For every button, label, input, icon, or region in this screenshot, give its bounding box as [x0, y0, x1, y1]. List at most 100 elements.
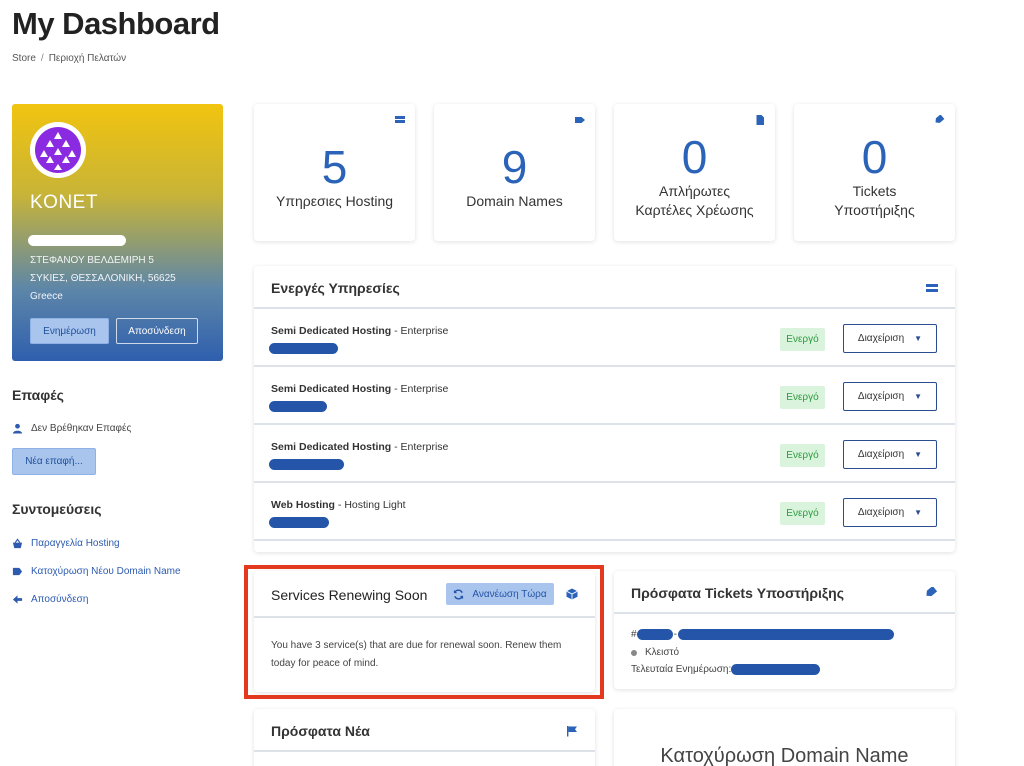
- stat-number: 0: [861, 131, 888, 183]
- manage-dropdown-button[interactable]: Διαχείριση ▼: [843, 382, 937, 411]
- service-row[interactable]: Web Hosting - Hosting Light Ενεργό Διαχε…: [254, 483, 955, 541]
- breadcrumb-store[interactable]: Store: [12, 53, 36, 64]
- redacted-domain: [269, 343, 338, 354]
- caret-down-icon: ▼: [914, 334, 923, 343]
- stat-label-line-2: Καρτέλες Χρέωσης: [635, 202, 754, 218]
- manage-dropdown-button[interactable]: Διαχείριση ▼: [843, 498, 937, 527]
- redacted-domain: [269, 517, 329, 528]
- panel-header: Ενεργές Υπηρεσίες: [254, 266, 955, 309]
- logout-button[interactable]: Αποσύνδεση: [116, 318, 198, 344]
- service-row[interactable]: Semi Dedicated Hosting - Enterprise Ενερ…: [254, 367, 955, 425]
- ticket-last-update: Τελευταία Ενημέρωση:: [631, 664, 821, 675]
- arrow-left-icon: [12, 594, 23, 605]
- breadcrumb-separator: /: [40, 53, 44, 64]
- stat-label: Απλήρωτες Καρτέλες Χρέωσης: [614, 182, 775, 220]
- shortcut-label[interactable]: Κατοχύρωση Νέου Domain Name: [31, 566, 181, 577]
- server-icon: [926, 282, 938, 294]
- manage-label: Διαχείριση: [857, 391, 905, 402]
- shortcut-register-domain[interactable]: Κατοχύρωση Νέου Domain Name: [12, 566, 181, 577]
- manage-dropdown-button[interactable]: Διαχείριση ▼: [843, 324, 937, 353]
- highlight-box: [244, 565, 604, 699]
- panel-title: Πρόσφατα Νέα: [271, 723, 370, 739]
- caret-down-icon: ▼: [914, 508, 923, 517]
- service-name: Semi Dedicated Hosting - Enterprise: [271, 441, 448, 453]
- ticket-item[interactable]: # -: [631, 629, 894, 640]
- ticket-hash: #: [631, 629, 637, 640]
- panel-title: Ενεργές Υπηρεσίες: [271, 280, 400, 296]
- manage-dropdown-button[interactable]: Διαχείριση ▼: [843, 440, 937, 469]
- contacts-heading: Επαφές: [12, 387, 64, 403]
- redacted-domain: [269, 459, 344, 470]
- new-contact-button[interactable]: Νέα επαφή...: [12, 448, 96, 475]
- tag-icon: [575, 115, 585, 125]
- ticket-status-text: Κλειστό: [645, 647, 680, 658]
- stat-label: Tickets Υποστήριξης: [794, 182, 955, 220]
- manage-label: Διαχείριση: [857, 507, 905, 518]
- stat-label-line-1: Tickets: [852, 183, 897, 199]
- page-title: My Dashboard: [12, 6, 220, 41]
- service-row[interactable]: Semi Dedicated Hosting - Enterprise Ενερ…: [254, 425, 955, 483]
- stat-label: Υπηρεσιες Hosting: [275, 193, 394, 209]
- service-name: Semi Dedicated Hosting - Enterprise: [271, 383, 448, 395]
- stat-label: Domain Names: [466, 193, 563, 209]
- server-icon: [395, 115, 405, 125]
- company-name: KONET: [30, 192, 98, 213]
- service-row[interactable]: Semi Dedicated Hosting - Enterprise Ενερ…: [254, 309, 955, 367]
- user-icon: [12, 423, 23, 434]
- manage-label: Διαχείριση: [857, 449, 905, 460]
- stat-tile-tickets[interactable]: 0 Tickets Υποστήριξης: [794, 104, 955, 241]
- service-name: Semi Dedicated Hosting - Enterprise: [271, 325, 448, 337]
- service-plan: - Hosting Light: [334, 499, 406, 511]
- status-badge: Ενεργό: [780, 328, 825, 351]
- ticket-icon: [935, 115, 945, 125]
- service-product: Semi Dedicated Hosting: [271, 325, 392, 337]
- service-plan: - Enterprise: [391, 441, 449, 453]
- breadcrumb: Store / Περιοχή Πελατών: [12, 53, 126, 64]
- document-icon: [755, 115, 765, 125]
- profile-card: KONET ΣΤΕΦΑΝΟΥ ΒΕΛΔΕΜΙΡΗ 5 ΣΥΚΙΕΣ, ΘΕΣΣΑ…: [12, 104, 223, 361]
- tag-icon: [12, 566, 23, 577]
- company-logo-icon: [30, 122, 86, 178]
- service-plan: - Enterprise: [391, 325, 449, 337]
- recent-tickets-panel: Πρόσφατα Tickets Υποστήριξης # - Κλειστό…: [614, 571, 955, 689]
- shortcut-label[interactable]: Αποσύνδεση: [31, 594, 88, 605]
- status-badge: Ενεργό: [780, 386, 825, 409]
- no-contacts-text: Δεν Βρέθηκαν Επαφές: [31, 423, 132, 434]
- shortcut-logout[interactable]: Αποσύνδεση: [12, 594, 88, 605]
- address: ΣΤΕΦΑΝΟΥ ΒΕΛΔΕΜΙΡΗ 5 ΣΥΚΙΕΣ, ΘΕΣΣΑΛΟΝΙΚΗ…: [30, 252, 176, 306]
- redacted-last-update: [731, 664, 821, 675]
- manage-label: Διαχείριση: [857, 333, 905, 344]
- stat-number: 5: [321, 141, 348, 193]
- redacted-ticket-id: [636, 629, 673, 640]
- active-services-panel: Ενεργές Υπηρεσίες Semi Dedicated Hosting…: [254, 266, 955, 552]
- stat-tile-invoices[interactable]: 0 Απλήρωτες Καρτέλες Χρέωσης: [614, 104, 775, 241]
- stat-tile-domains[interactable]: 9 Domain Names: [434, 104, 595, 241]
- status-badge: Ενεργό: [780, 502, 825, 525]
- redacted-ticket-subject: [677, 629, 894, 640]
- domain-register-panel: Κατοχύρωση Domain Name: [614, 709, 955, 766]
- service-name: Web Hosting - Hosting Light: [271, 499, 406, 511]
- avatar: [30, 122, 86, 178]
- service-product: Web Hosting: [271, 499, 335, 511]
- flag-icon: [566, 725, 578, 737]
- ticket-separator: -: [673, 629, 677, 640]
- address-line-1: ΣΤΕΦΑΝΟΥ ΒΕΛΔΕΜΙΡΗ 5: [30, 255, 154, 266]
- update-profile-button[interactable]: Ενημέρωση: [30, 318, 109, 344]
- stat-label-line-1: Απλήρωτες: [659, 183, 730, 199]
- caret-down-icon: ▼: [914, 392, 923, 401]
- last-update-label: Τελευταία Ενημέρωση:: [631, 664, 732, 675]
- redacted-domain: [269, 401, 327, 412]
- status-dot-icon: [631, 649, 637, 656]
- shortcut-order-hosting[interactable]: Παραγγελία Hosting: [12, 538, 120, 549]
- stat-number: 9: [501, 141, 528, 193]
- address-country: Greece: [30, 291, 63, 302]
- domain-register-title: Κατοχύρωση Domain Name: [660, 745, 909, 766]
- ticket-icon: [926, 587, 938, 599]
- caret-down-icon: ▼: [914, 450, 923, 459]
- stat-tile-hosting[interactable]: 5 Υπηρεσιες Hosting: [254, 104, 415, 241]
- no-contacts-line: Δεν Βρέθηκαν Επαφές: [12, 423, 131, 434]
- redacted-name: [28, 235, 126, 246]
- panel-title: Πρόσφατα Tickets Υποστήριξης: [631, 585, 844, 601]
- stat-number: 0: [681, 131, 708, 183]
- shortcut-label[interactable]: Παραγγελία Hosting: [31, 538, 120, 549]
